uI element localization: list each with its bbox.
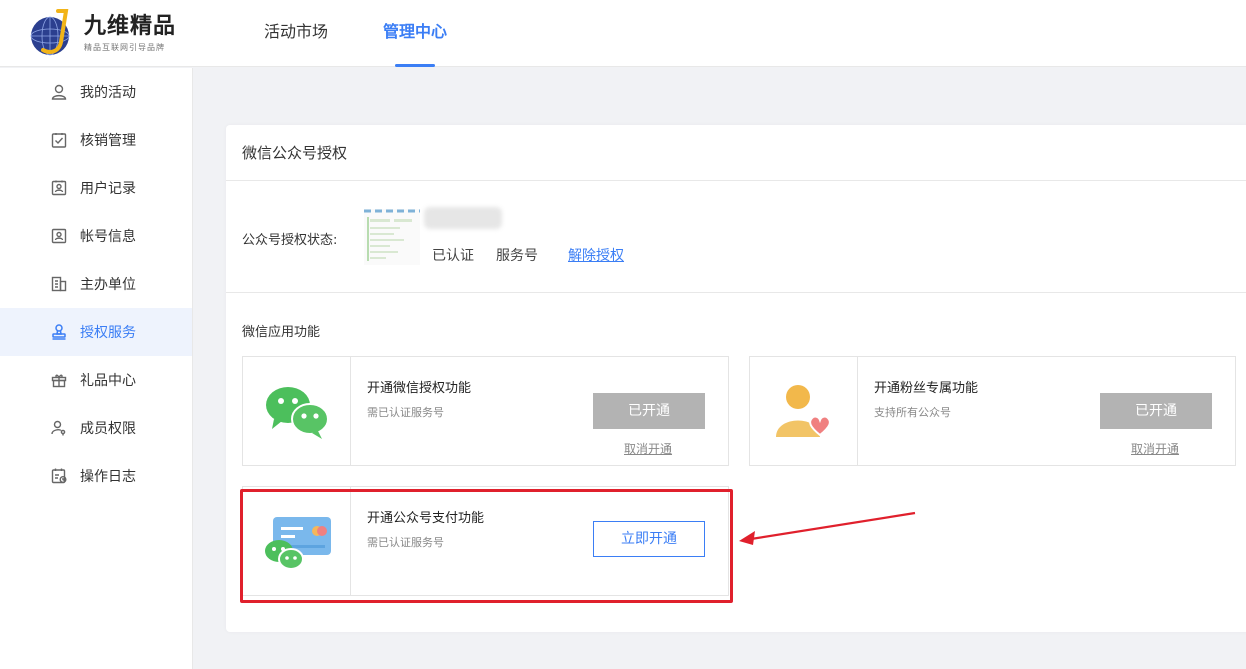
brand-name: 九维精品 [84,13,177,39]
feature-title: 开通公众号支付功能 [367,511,485,526]
brand-tagline: 精品互联网引导品牌 [84,42,165,52]
feature-fan-exclusive: 开通粉丝专属功能 支持所有公众号 已开通 取消开通 [749,356,1236,466]
sidebar-item-label: 礼品中心 [80,373,136,389]
top-header: 九维精品 精品互联网引导品牌 活动市场 管理中心 [0,0,1246,67]
account-name-redacted [424,207,502,229]
account-type-value: 服务号 [496,248,538,264]
feature-desc: 需已认证服务号 [367,536,444,549]
account-avatar [364,209,420,265]
user-key-icon [50,419,68,437]
wechat-pay-card-icon [264,517,331,570]
sidebar-item-auth-service[interactable]: 授权服务 [0,308,192,356]
sidebar-item-label: 授权服务 [80,325,136,341]
id-card-icon [50,227,68,245]
top-nav: 活动市场 管理中心 [264,0,502,67]
opened-button[interactable]: 已开通 [1100,393,1212,429]
cancel-open-link[interactable]: 取消开通 [624,440,672,457]
feature-wechat-auth: 开通微信授权功能 需已认证服务号 已开通 取消开通 [242,356,729,466]
sidebar-item-label: 帐号信息 [80,229,136,245]
gift-icon [50,371,68,389]
cancel-open-link[interactable]: 取消开通 [1131,440,1179,457]
sidebar-item-my-activities[interactable]: 我的活动 [0,68,192,116]
user-card-icon [50,179,68,197]
calendar-log-icon [50,467,68,485]
globe-j-icon [30,9,70,56]
open-now-button[interactable]: 立即开通 [593,521,705,557]
sidebar-item-gift-center[interactable]: 礼品中心 [0,356,192,404]
sidebar-item-operation-log[interactable]: 操作日志 [0,452,192,500]
top-nav-market[interactable]: 活动市场 [264,0,328,67]
sidebar-item-member-permissions[interactable]: 成员权限 [0,404,192,452]
feature-desc: 需已认证服务号 [367,406,444,419]
clipboard-check-icon [50,131,68,149]
auth-status-row: 公众号授权状态: 已认证 服务号 解除授权 [226,181,1246,293]
top-nav-management[interactable]: 管理中心 [383,0,447,67]
opened-button[interactable]: 已开通 [593,393,705,429]
sidebar-item-verification[interactable]: 核销管理 [0,116,192,164]
sidebar-item-account-info[interactable]: 帐号信息 [0,212,192,260]
feature-title: 开通粉丝专属功能 [874,381,979,396]
feature-title: 开通微信授权功能 [367,381,472,396]
sidebar-item-label: 核销管理 [80,133,136,149]
brand-logo[interactable]: 九维精品 精品互联网引导品牌 [28,8,176,58]
sidebar-item-label: 用户记录 [80,181,136,197]
feature-wechat-pay: 开通公众号支付功能 需已认证服务号 立即开通 [242,486,729,596]
stamp-icon [50,323,68,341]
fan-heart-icon [775,385,831,437]
card-title: 微信公众号授权 [226,125,1246,181]
sidebar-item-label: 操作日志 [80,469,136,485]
sidebar-item-label: 主办单位 [80,277,136,293]
user-icon [50,83,68,101]
wechat-icon [265,387,329,439]
sidebar-item-organizer[interactable]: 主办单位 [0,260,192,308]
section-title: 微信应用功能 [242,325,321,340]
sidebar: 我的活动 核销管理 用户记录 帐号信息 主办单位 授权服务 礼品中心 成员权限 … [0,68,193,669]
auth-status-value: 已认证 [432,248,474,264]
revoke-auth-link[interactable]: 解除授权 [568,245,624,265]
sidebar-item-user-records[interactable]: 用户记录 [0,164,192,212]
building-icon [50,275,68,293]
auth-status-label: 公众号授权状态: [242,233,338,248]
sidebar-item-label: 我的活动 [80,85,136,101]
wechat-auth-card: 微信公众号授权 公众号授权状态: 已认证 服务号 解除授权 微信应用功能 开通微… [226,125,1246,632]
feature-desc: 支持所有公众号 [874,406,951,419]
sidebar-item-label: 成员权限 [80,421,136,437]
